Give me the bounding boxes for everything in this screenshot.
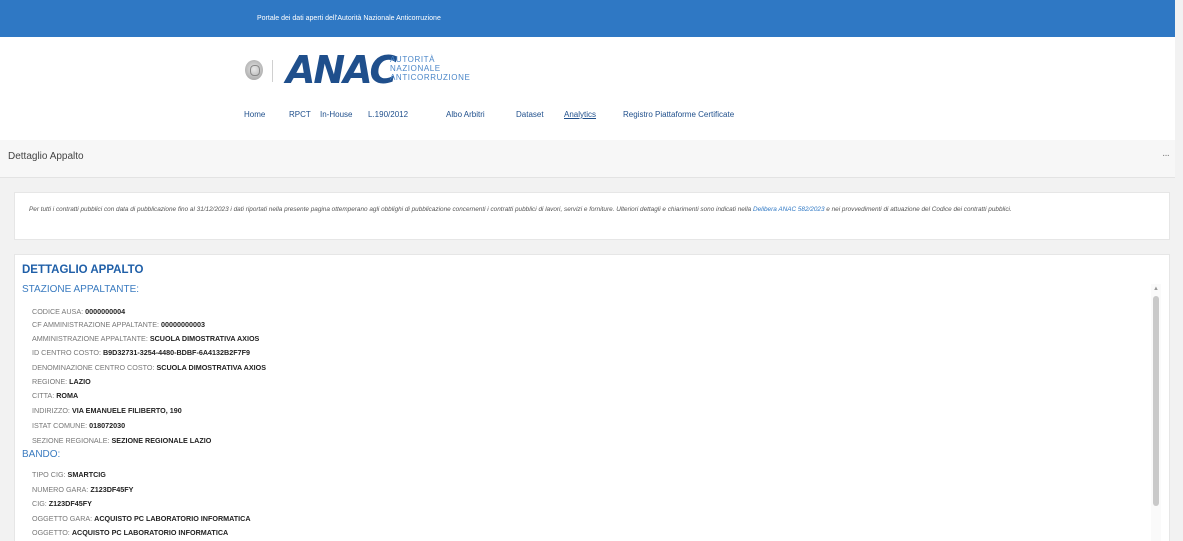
nav-l190-2012[interactable]: L.190/2012 <box>368 108 408 122</box>
field-regione: REGIONE: LAZIO <box>32 377 91 386</box>
notice-text-end: e nei provvedimenti di attuazione del Co… <box>824 206 1012 213</box>
field-codice-ausa: CODICE AUSA: 0000000004 <box>32 307 126 316</box>
nav-home[interactable]: Home <box>244 108 265 122</box>
page-header-bar <box>0 140 1175 178</box>
field-denominazione-centro-costo: DENOMINAZIONE CENTRO COSTO: SCUOLA DIMOS… <box>32 363 267 372</box>
notice-text: Per tutti i contratti pubblici con data … <box>29 206 753 213</box>
scrollbar-thumb[interactable] <box>1153 296 1159 506</box>
scroll-up-icon[interactable]: ▲ <box>1153 286 1159 292</box>
field-oggetto-gara: OGGETTO GARA: ACQUISTO PC LABORATORIO IN… <box>32 514 251 523</box>
logo-divider <box>272 60 273 82</box>
nav-in-house[interactable]: In-House <box>320 108 352 122</box>
site-header <box>0 37 1175 140</box>
anac-logo-text: AUTORITÀ NAZIONALE ANTICORRUZIONE <box>390 55 471 82</box>
nav-registro-piattaforme[interactable]: Registro Piattaforme Certificate <box>623 108 734 122</box>
field-numero-gara: NUMERO GARA: Z123DF45FY <box>32 485 134 494</box>
field-id-centro-costo: ID CENTRO COSTO: B9D32731-3254-4480-BDBF… <box>32 348 250 357</box>
top-banner: Portale dei dati aperti dell'Autorità Na… <box>0 0 1175 37</box>
field-cig: CIG: Z123DF45FY <box>32 499 92 508</box>
field-sezione-regionale: SEZIONE REGIONALE: SEZIONE REGIONALE LAZ… <box>32 436 212 445</box>
italian-republic-emblem-icon <box>245 60 263 80</box>
nav-dataset[interactable]: Dataset <box>516 108 544 122</box>
portal-title: Portale dei dati aperti dell'Autorità Na… <box>257 15 441 22</box>
publication-notice: Per tutti i contratti pubblici con data … <box>14 192 1170 240</box>
nav-rpct[interactable]: RPCT <box>289 108 311 122</box>
more-options-icon[interactable]: ··· <box>1162 150 1170 161</box>
field-cf-amministrazione: CF AMMINISTRAZIONE APPALTANTE: 000000000… <box>32 320 205 329</box>
field-istat-comune: ISTAT COMUNE: 018072030 <box>32 421 126 430</box>
detail-card <box>14 254 1170 541</box>
nav-albo-arbitri[interactable]: Albo Arbitri <box>446 108 485 122</box>
field-indirizzo: INDIRIZZO: VIA EMANUELE FILIBERTO, 190 <box>32 406 182 415</box>
nav-analytics[interactable]: Analytics <box>564 108 596 122</box>
field-oggetto: OGGETTO: ACQUISTO PC LABORATORIO INFORMA… <box>32 528 229 537</box>
field-amministrazione: AMMINISTRAZIONE APPALTANTE: SCUOLA DIMOS… <box>32 334 260 343</box>
anac-logo[interactable]: ANAC <box>286 48 397 92</box>
section-bando: BANDO: <box>22 449 61 460</box>
section-stazione-appaltante: STAZIONE APPALTANTE: <box>22 284 140 295</box>
field-tipo-cig: TIPO CIG: SMARTCIG <box>32 470 106 479</box>
delibera-link[interactable]: Delibera ANAC 582/2023 <box>753 206 825 213</box>
detail-title: DETTAGLIO APPALTO <box>22 264 144 276</box>
field-citta: CITTA: ROMA <box>32 391 79 400</box>
page-title: Dettaglio Appalto <box>8 151 84 162</box>
